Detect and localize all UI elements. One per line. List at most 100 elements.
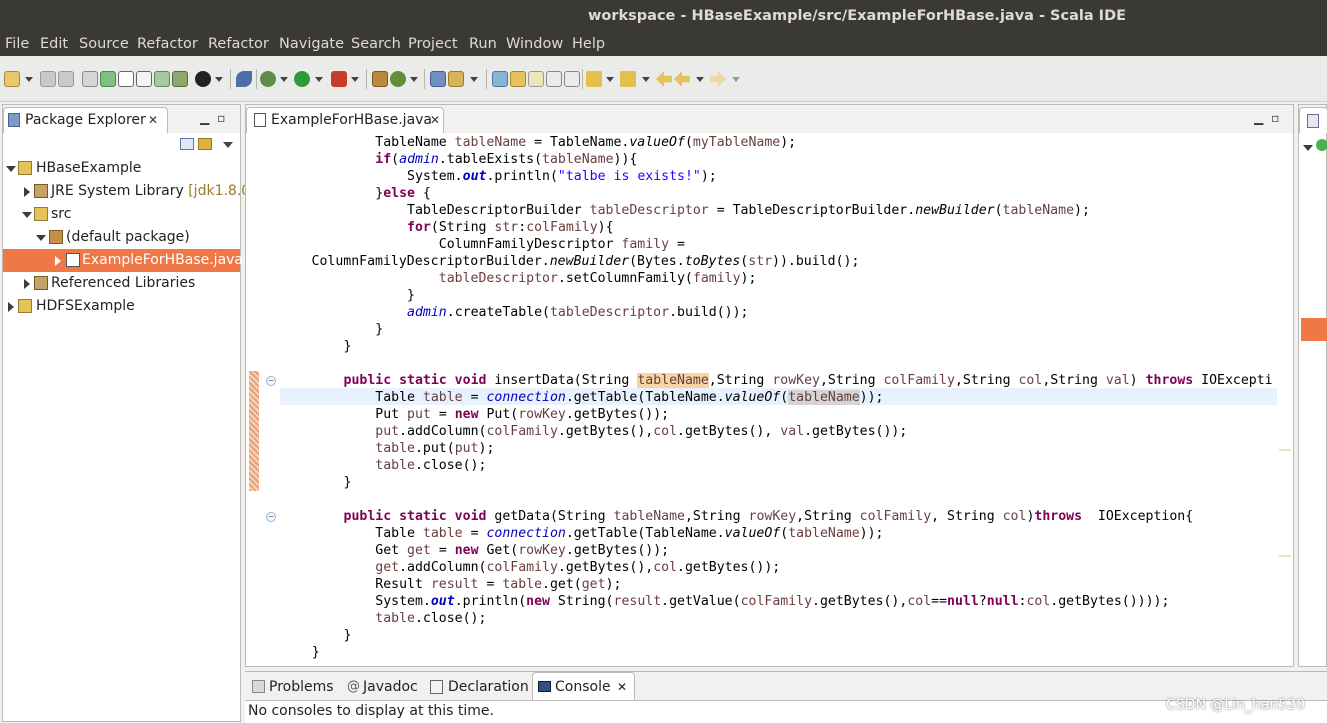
new-scala-icon[interactable] xyxy=(154,71,170,87)
tab-javadoc[interactable]: @ Javadoc xyxy=(344,675,418,699)
debug-icon[interactable] xyxy=(260,71,276,87)
expand-arrow-icon[interactable] xyxy=(24,187,30,197)
expand-arrow-icon[interactable] xyxy=(6,166,16,172)
chevron-down-icon[interactable] xyxy=(410,77,418,82)
chevron-down-icon[interactable] xyxy=(732,77,740,82)
library-icon xyxy=(34,184,48,198)
tree-item-src[interactable]: src xyxy=(3,203,240,226)
open-type-icon[interactable] xyxy=(100,71,116,87)
word-wrap-icon[interactable] xyxy=(564,71,580,87)
tree-item-hdfsexample[interactable]: HDFSExample xyxy=(3,295,240,318)
open-file-icon[interactable] xyxy=(118,71,134,87)
menu-refactor[interactable]: Refactor xyxy=(137,32,198,56)
tab-problems[interactable]: Problems xyxy=(248,675,334,699)
open-task-icon[interactable] xyxy=(136,71,152,87)
expand-arrow-icon[interactable] xyxy=(22,212,32,218)
search-icon[interactable] xyxy=(448,71,464,87)
menu-help[interactable]: Help xyxy=(572,32,605,56)
menu-file[interactable]: File xyxy=(5,32,29,56)
library-icon xyxy=(34,276,48,290)
tab-package-explorer[interactable]: Package Explorer ✕ xyxy=(3,107,168,133)
chevron-down-icon[interactable] xyxy=(606,77,614,82)
expand-arrow-icon[interactable] xyxy=(24,279,30,289)
chevron-down-icon[interactable] xyxy=(470,77,478,82)
forward-icon[interactable] xyxy=(710,71,726,87)
next-annotation-icon[interactable] xyxy=(586,71,602,87)
tab-exampleforhbase[interactable]: ExampleForHBase.java ✕ xyxy=(246,107,444,133)
new-package-icon[interactable] xyxy=(172,71,188,87)
print-icon[interactable] xyxy=(82,71,98,87)
view-menu-icon[interactable] xyxy=(223,142,233,148)
tree-item-jre-system-library[interactable]: JRE System Library [jdk1.8.0 xyxy=(3,180,250,203)
package-explorer-icon xyxy=(8,113,20,127)
expand-arrow-icon[interactable] xyxy=(1303,145,1313,151)
menu-source[interactable]: Source xyxy=(79,32,129,56)
chevron-down-icon[interactable] xyxy=(25,77,33,82)
fold-toggle-icon[interactable]: − xyxy=(266,512,276,522)
run-icon[interactable] xyxy=(294,71,310,87)
toolbar-separator xyxy=(366,69,367,89)
chevron-down-icon[interactable] xyxy=(215,77,223,82)
expand-arrow-icon[interactable] xyxy=(8,302,14,312)
tree-item-exampleforhbase[interactable]: ExampleForHBase.java xyxy=(3,249,243,272)
overview-ruler-mark[interactable] xyxy=(1279,555,1291,557)
expand-arrow-icon[interactable] xyxy=(36,235,46,241)
fold-toggle-icon[interactable]: − xyxy=(266,376,276,386)
external-tools-icon[interactable] xyxy=(331,71,347,87)
chevron-down-icon[interactable] xyxy=(642,77,650,82)
editor-tabstrip: ExampleForHBase.java ✕ ▁▫ xyxy=(246,105,1293,133)
editor-tab-label: ExampleForHBase.java xyxy=(271,112,433,128)
open-folder-icon[interactable] xyxy=(430,71,446,87)
tree-item-default-package[interactable]: (default package) xyxy=(3,226,240,249)
menu-search[interactable]: Search xyxy=(351,32,401,56)
menu-edit[interactable]: Edit xyxy=(40,32,68,56)
tree-item-referenced-libraries[interactable]: Referenced Libraries xyxy=(3,272,240,295)
menu-project[interactable]: Project xyxy=(408,32,458,56)
chevron-down-icon[interactable] xyxy=(351,77,359,82)
new-class-icon[interactable] xyxy=(372,71,388,87)
chevron-down-icon[interactable] xyxy=(280,77,288,82)
expand-arrow-icon[interactable] xyxy=(55,256,61,266)
show-whitespace-icon[interactable] xyxy=(546,71,562,87)
close-icon[interactable]: ✕ xyxy=(148,108,158,132)
new-object-icon[interactable] xyxy=(390,71,406,87)
watermark: CSDN @Lin_han520 xyxy=(1166,697,1305,713)
view-window-controls[interactable]: ▁▫ xyxy=(200,111,233,125)
menu-navigate[interactable]: Navigate xyxy=(279,32,344,56)
toolbar-separator xyxy=(424,69,425,89)
declaration-icon xyxy=(430,680,443,694)
bottom-tabstrip: Problems @ Javadoc Declaration Console ✕ xyxy=(245,672,1327,701)
chevron-down-icon[interactable] xyxy=(696,77,704,82)
link-with-editor-icon[interactable] xyxy=(198,138,212,150)
main-toolbar xyxy=(0,56,1327,102)
save-all-icon[interactable] xyxy=(58,71,74,87)
tab-console[interactable]: Console ✕ xyxy=(532,672,635,701)
overview-ruler-mark[interactable] xyxy=(1279,449,1291,451)
tab-declaration[interactable]: Declaration xyxy=(427,675,529,699)
menu-run[interactable]: Run xyxy=(469,32,497,56)
menu-window[interactable]: Window xyxy=(506,32,563,56)
tab-outline[interactable] xyxy=(1299,107,1327,133)
menu-refactor-2[interactable]: Refactor xyxy=(208,32,269,56)
back-history-icon[interactable] xyxy=(674,71,690,87)
close-icon[interactable]: ✕ xyxy=(430,108,440,132)
toggle-mark-icon[interactable] xyxy=(492,71,508,87)
skip-breakpoints-icon[interactable] xyxy=(236,71,252,87)
previous-annotation-icon[interactable] xyxy=(620,71,636,87)
problems-tab-label: Problems xyxy=(269,679,334,695)
close-icon[interactable]: ✕ xyxy=(617,673,627,701)
jre-version-suffix: [jdk1.8.0 xyxy=(188,183,251,199)
save-icon[interactable] xyxy=(40,71,56,87)
tree-item-hbaseexample[interactable]: HBaseExample xyxy=(3,157,240,180)
toggle-highlight-icon[interactable] xyxy=(510,71,526,87)
selected-outline-item[interactable] xyxy=(1301,318,1327,341)
debug-user-icon[interactable] xyxy=(195,71,211,87)
collapse-all-icon[interactable] xyxy=(180,138,194,150)
chevron-down-icon[interactable] xyxy=(315,77,323,82)
toggle-block-icon[interactable] xyxy=(528,71,544,87)
new-icon[interactable] xyxy=(4,71,20,87)
editor-window-controls[interactable]: ▁▫ xyxy=(1254,111,1287,125)
back-icon[interactable] xyxy=(656,71,672,87)
bottom-panel: Problems @ Javadoc Declaration Console ✕… xyxy=(245,671,1327,723)
class-icon xyxy=(1316,139,1327,151)
